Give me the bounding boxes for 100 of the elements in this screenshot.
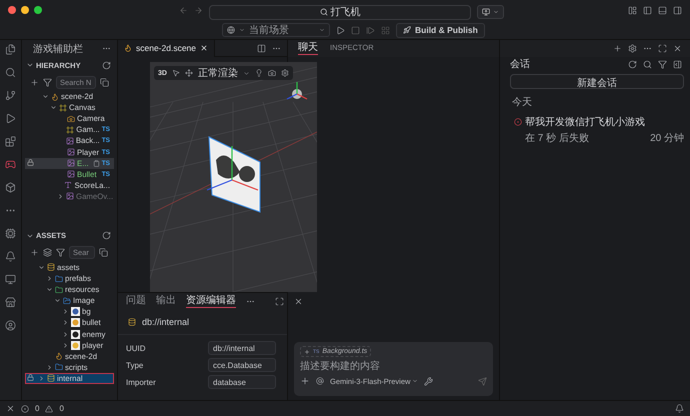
play-icon[interactable] — [5, 113, 16, 124]
chevron-down-icon[interactable] — [26, 61, 34, 69]
split-icon[interactable] — [257, 44, 266, 52]
open-folder-icon — [63, 296, 71, 305]
back-icon[interactable] — [179, 6, 188, 14]
build-publish-button[interactable]: Build & Publish — [396, 22, 485, 38]
add-icon[interactable] — [30, 248, 39, 258]
image-icon — [66, 136, 74, 145]
left-panel-icon[interactable] — [643, 6, 652, 14]
rocket-icon — [403, 26, 411, 34]
warning-count[interactable]: 0 — [59, 404, 64, 413]
monitor-icon[interactable] — [5, 274, 16, 285]
filter-icon[interactable] — [56, 248, 65, 258]
chevron-down-icon[interactable] — [242, 70, 250, 76]
forward-icon[interactable] — [194, 6, 203, 14]
property-field[interactable]: db://internal — [208, 341, 276, 355]
collapse-icon[interactable] — [100, 78, 109, 86]
new-session-button[interactable]: 新建会话 — [510, 74, 684, 89]
bulb-icon[interactable] — [254, 69, 263, 77]
filter-icon[interactable] — [43, 78, 52, 86]
database-icon — [128, 318, 136, 326]
settings-icon[interactable] — [280, 69, 289, 77]
close-icon[interactable] — [294, 297, 303, 306]
settings-icon[interactable] — [628, 44, 637, 53]
add-icon[interactable] — [30, 78, 39, 86]
account-icon[interactable] — [5, 320, 16, 331]
pointer-icon[interactable] — [172, 69, 180, 77]
branch-icon[interactable] — [5, 90, 16, 101]
add-icon[interactable] — [613, 44, 622, 53]
property-label: UUID — [126, 344, 147, 352]
folder-icon — [55, 363, 63, 372]
session-time: 20 分钟 — [650, 132, 684, 145]
step-icon[interactable] — [366, 26, 375, 34]
error-count[interactable]: 0 — [35, 404, 40, 413]
gamepad-icon[interactable] — [5, 159, 16, 170]
device-dropdown[interactable] — [477, 5, 504, 19]
flame-icon — [51, 92, 59, 101]
move-icon[interactable] — [184, 69, 193, 77]
bottom-panel-icon[interactable] — [658, 6, 667, 14]
panel-tab[interactable]: 问题 — [126, 295, 146, 308]
filter-icon[interactable] — [658, 60, 667, 68]
refresh-icon[interactable] — [102, 60, 111, 70]
refresh-icon[interactable] — [102, 231, 111, 240]
prompt-field[interactable]: 描述要构建的内容 — [300, 360, 487, 373]
sessions-title: 会话 — [510, 58, 531, 71]
session-status: 在 7 秒 后失败 — [525, 132, 590, 145]
session-item[interactable]: 帮我开发微信打飞机小游戏 在 7 秒 后失败 20 分钟 — [500, 111, 690, 145]
play-icon[interactable] — [336, 26, 345, 34]
panel-tab[interactable]: 资源编辑器 — [186, 295, 236, 308]
maximize-icon[interactable] — [658, 44, 667, 53]
add-icon[interactable] — [300, 376, 310, 386]
bell-icon[interactable] — [675, 404, 684, 413]
image-icon — [67, 148, 75, 156]
tools-icon[interactable] — [424, 376, 434, 386]
session-title: 帮我开发微信打飞机小游戏 — [525, 116, 646, 129]
render-mode-dropdown[interactable]: 正常渲染 — [198, 66, 238, 80]
window-controls[interactable] — [8, 6, 42, 14]
stop-icon[interactable] — [351, 26, 360, 34]
thumbnail-icon — [71, 307, 80, 316]
search-icon[interactable] — [643, 60, 652, 68]
layout-icon[interactable] — [628, 6, 637, 14]
thumbnail-icon — [71, 330, 80, 339]
database-icon — [47, 374, 55, 382]
camera-icon — [67, 114, 75, 123]
folder-icon — [55, 286, 63, 294]
property-field[interactable]: database — [208, 375, 276, 389]
chevron-down-icon[interactable] — [37, 264, 45, 271]
right-panel-icon[interactable] — [673, 6, 682, 14]
group-label: 今天 — [511, 96, 533, 110]
close-icon[interactable] — [200, 44, 208, 52]
maximize-icon[interactable] — [275, 297, 284, 306]
thumbnail-icon — [71, 318, 80, 328]
property-field[interactable]: cce.Database — [208, 358, 276, 372]
chat-tab[interactable]: 聊天 — [298, 42, 318, 55]
caret-icon — [493, 9, 499, 15]
camera-icon[interactable] — [268, 69, 276, 77]
error-icon — [21, 404, 29, 412]
search-icon[interactable] — [5, 67, 16, 78]
collapse-icon[interactable] — [99, 248, 108, 258]
panel-tab[interactable]: 输出 — [156, 295, 176, 308]
files-icon[interactable] — [5, 44, 16, 55]
mention-icon[interactable] — [316, 377, 324, 385]
layers-icon[interactable] — [43, 248, 52, 258]
chip-icon[interactable] — [5, 228, 16, 239]
flame-icon — [55, 352, 63, 360]
editor-tab[interactable]: scene-2d.scene — [118, 40, 216, 56]
close-icon[interactable] — [673, 44, 682, 53]
blocks-icon[interactable] — [5, 136, 16, 147]
cube-icon[interactable] — [5, 182, 16, 193]
chevron-right-icon[interactable] — [57, 192, 64, 200]
store-icon[interactable] — [5, 297, 16, 308]
bell-icon[interactable] — [5, 251, 16, 262]
image-icon — [66, 192, 74, 200]
image-icon — [67, 159, 75, 168]
command-search-field[interactable]: 打飞机 — [209, 4, 471, 20]
send-icon[interactable] — [478, 376, 487, 386]
scene-dropdown[interactable]: 当前场景 — [222, 23, 330, 37]
cross-icon — [6, 404, 15, 413]
panel-icon[interactable] — [673, 60, 682, 68]
refresh-icon[interactable] — [628, 60, 637, 68]
